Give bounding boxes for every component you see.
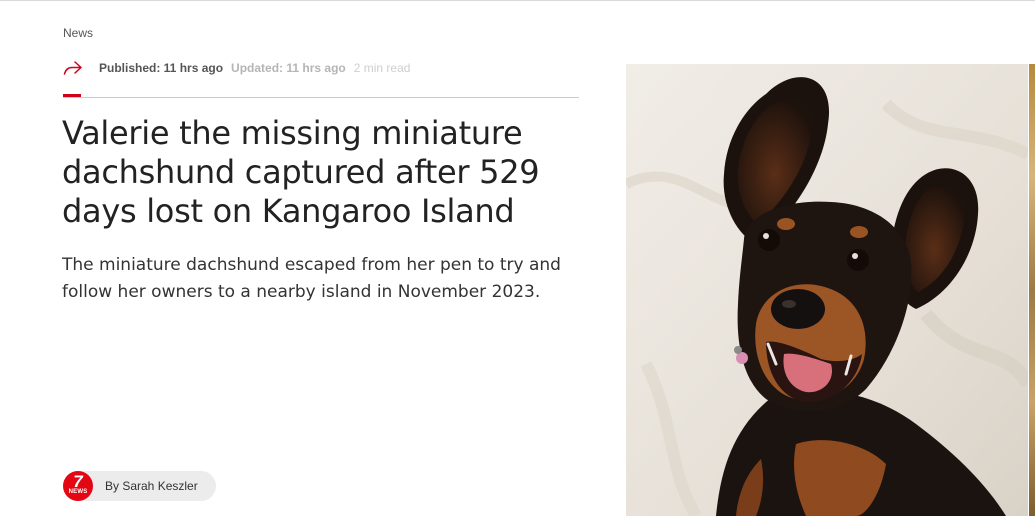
headline-divider	[63, 97, 579, 98]
author-byline[interactable]: 7 NEWS By Sarah Keszler	[63, 471, 216, 501]
7news-logo: 7 NEWS	[63, 471, 93, 501]
hero-image-dachshund[interactable]	[626, 64, 1028, 516]
published-time: Published: 11 hrs ago	[99, 61, 224, 75]
article-standfirst: The miniature dachshund escaped from her…	[62, 255, 561, 302]
author-name[interactable]: By Sarah Keszler	[105, 479, 198, 493]
article-headline: Valerie the missing miniature dachshund …	[62, 114, 540, 230]
top-divider	[0, 0, 1035, 1]
logo-number: 7	[73, 472, 83, 491]
section-label[interactable]: News	[63, 26, 93, 40]
logo-text: NEWS	[68, 489, 88, 495]
updated-time: Updated: 11 hrs ago	[231, 61, 346, 75]
divider-accent	[63, 94, 81, 97]
read-time: 2 min read	[353, 61, 411, 75]
share-icon[interactable]	[63, 58, 83, 78]
adjacent-image-edge	[1029, 64, 1035, 516]
article-meta: Published: 11 hrs ago Updated: 11 hrs ag…	[63, 58, 410, 78]
